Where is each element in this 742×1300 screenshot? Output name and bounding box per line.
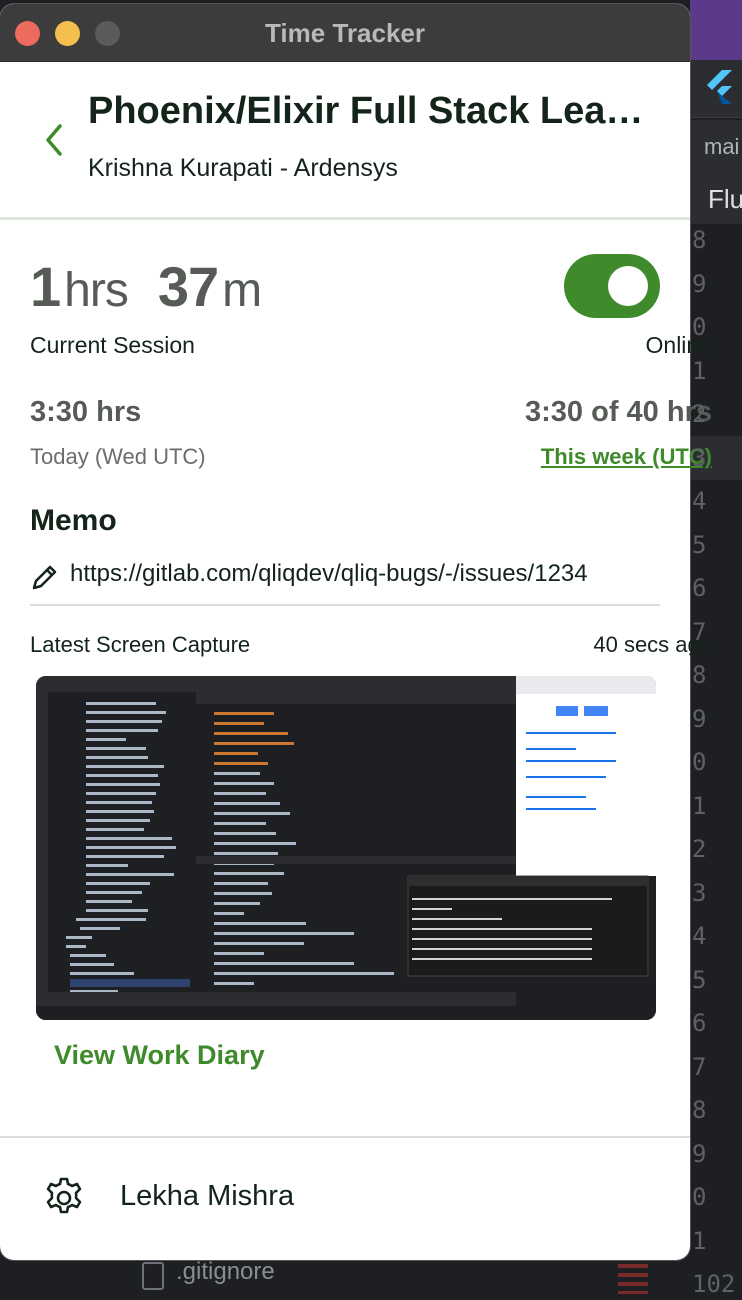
current-session-time: 1hrs 37m — [30, 254, 262, 319]
background-file-gitignore: .gitignore — [176, 1258, 275, 1285]
background-line-number: 5 — [692, 965, 707, 994]
background-line-number: 0 — [692, 1183, 707, 1211]
background-project-tree — [0, 1258, 690, 1300]
memo-heading: Memo — [30, 504, 117, 537]
background-line-number: 6 — [692, 1009, 707, 1037]
session-minutes-value: 37 — [157, 255, 219, 318]
session-hours-unit: hrs — [64, 264, 129, 317]
footer-divider — [0, 1136, 690, 1138]
background-line-number: 1 — [692, 1226, 707, 1255]
background-line-number: 0 — [692, 313, 707, 341]
contract-client: Krishna Kurapati - Ardensys — [88, 154, 398, 182]
online-toggle[interactable] — [564, 254, 660, 318]
background-line-number: 9 — [692, 704, 707, 733]
background-line-number: 4 — [692, 922, 707, 950]
screen-capture-label: Latest Screen Capture — [30, 632, 251, 657]
background-line-number: 9 — [692, 1139, 707, 1168]
week-hours: 3:30 of 40 hrs — [525, 396, 712, 428]
background-line-number: 1 — [692, 356, 707, 385]
background-line-number: 102 — [692, 1270, 736, 1298]
gear-icon[interactable] — [42, 1176, 86, 1220]
background-line-number: 8 — [692, 661, 707, 689]
view-work-diary-link[interactable]: View Work Diary — [54, 1040, 265, 1071]
window-title: Time Tracker — [265, 18, 425, 48]
background-line-number: 6 — [692, 574, 707, 602]
today-label: Today (Wed UTC) — [30, 444, 206, 469]
user-name: Lekha Mishra — [120, 1180, 295, 1212]
back-chevron-icon[interactable] — [38, 120, 72, 160]
background-line-number: 8 — [692, 1096, 707, 1124]
toggle-knob — [608, 266, 648, 306]
background-line-number: 2 — [692, 835, 707, 863]
background-line-number: 3 — [692, 878, 707, 907]
title-bar: Time Tracker — [0, 4, 690, 62]
background-line-number: 2 — [692, 400, 707, 428]
screen-capture-thumbnail[interactable] — [36, 676, 656, 1020]
pencil-icon — [32, 565, 57, 590]
background-line-number: 0 — [692, 748, 707, 776]
background-line-number: 3 — [692, 443, 707, 472]
memo-field[interactable]: https://gitlab.com/qliqdev/qliq-bugs/-/i… — [30, 558, 660, 606]
background-line-number: 9 — [692, 269, 707, 298]
background-menubar — [690, 0, 742, 60]
background-line-number: 5 — [692, 530, 707, 559]
background-tab-flutter: Flu — [690, 172, 742, 224]
background-line-number: 7 — [692, 617, 707, 646]
background-line-number: 1 — [692, 791, 707, 820]
background-line-number: 8 — [692, 226, 707, 254]
file-icon — [142, 1262, 164, 1290]
screenshot-image — [36, 676, 656, 1020]
memo-text: https://gitlab.com/qliqdev/qliq-bugs/-/i… — [70, 560, 588, 587]
background-marker — [618, 1264, 648, 1294]
session-hours-value: 1 — [30, 255, 61, 318]
background-line-number: 7 — [692, 1052, 707, 1081]
this-week-link[interactable]: This week (UTC) — [541, 444, 712, 470]
contract-title: Phoenix/Elixir Full Stack Lead Developer — [88, 90, 658, 132]
flutter-logo-icon — [707, 70, 732, 104]
session-minutes-unit: m — [222, 264, 262, 317]
background-line-number: 4 — [692, 487, 707, 515]
current-session-label: Current Session — [30, 332, 195, 358]
background-tab-main: mai — [690, 120, 742, 172]
today-hours: 3:30 hrs — [30, 396, 142, 428]
contract-header: Phoenix/Elixir Full Stack Lead Developer… — [0, 62, 690, 220]
